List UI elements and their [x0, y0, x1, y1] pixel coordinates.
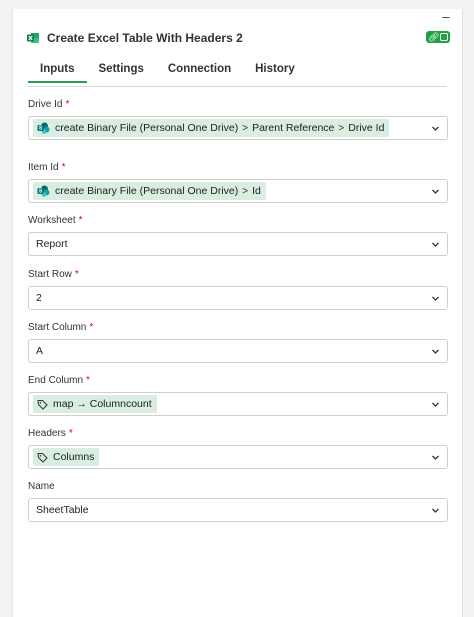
worksheet-select[interactable]: Report	[28, 232, 448, 256]
end-column-label: End Column *	[28, 375, 90, 386]
step-config-panel: – Create Excel Table With Headers 2 🔗︎ I…	[12, 9, 463, 617]
tab-connection[interactable]: Connection	[168, 59, 231, 82]
field-item-id: Item Id * S create Binary File (Personal …	[28, 162, 448, 210]
worksheet-value: Report	[36, 238, 68, 250]
tab-settings[interactable]: Settings	[99, 59, 144, 82]
headers-label: Headers *	[28, 428, 73, 439]
name-label: Name	[28, 481, 55, 492]
start-row-value: 2	[36, 292, 42, 304]
headers-chip[interactable]: Columns	[33, 448, 100, 466]
enable-toggle[interactable]: 🔗︎	[426, 31, 450, 43]
field-drive-id: Drive Id * S create Binary File (Personal…	[28, 99, 448, 147]
drive-id-select[interactable]: S create Binary File (Personal One Drive…	[28, 116, 448, 140]
page-title: Create Excel Table With Headers 2	[47, 31, 243, 45]
drive-id-label: Drive Id *	[28, 99, 70, 110]
worksheet-label: Worksheet *	[28, 215, 83, 226]
start-row-label: Start Row *	[28, 269, 79, 280]
chevron-down-icon[interactable]	[431, 240, 440, 249]
field-start-row: Start Row * 2	[28, 269, 448, 317]
chevron-down-icon[interactable]	[431, 347, 440, 356]
toggle-knob	[440, 33, 448, 41]
excel-icon	[27, 33, 39, 43]
end-column-select[interactable]: map → Columncount	[28, 392, 448, 416]
end-column-chip[interactable]: map → Columncount	[33, 395, 157, 413]
headers-select[interactable]: Columns	[28, 445, 448, 469]
tag-icon	[37, 452, 48, 463]
field-end-column: End Column * map → Columncount	[28, 375, 448, 423]
chevron-down-icon[interactable]	[431, 453, 440, 462]
field-name: Name SheetTable	[28, 481, 448, 529]
link-icon: 🔗︎	[428, 31, 440, 42]
minimize-button[interactable]: –	[440, 9, 452, 23]
item-id-select[interactable]: S create Binary File (Personal One Drive…	[28, 179, 448, 203]
start-column-value: A	[36, 345, 44, 357]
start-row-select[interactable]: 2	[28, 286, 448, 310]
tag-icon	[37, 399, 48, 410]
chevron-down-icon[interactable]	[431, 506, 440, 515]
field-start-column: Start Column * A	[28, 322, 448, 370]
chevron-down-icon[interactable]	[431, 400, 440, 409]
item-id-chip[interactable]: S create Binary File (Personal One Drive…	[33, 182, 266, 200]
tab-bar: Inputs Settings Connection History	[28, 59, 447, 87]
name-value: SheetTable	[36, 504, 89, 516]
name-select[interactable]: SheetTable	[28, 498, 448, 522]
sharepoint-icon: S	[37, 185, 50, 197]
chevron-down-icon[interactable]	[431, 294, 440, 303]
item-id-label: Item Id *	[28, 162, 66, 173]
start-column-label: Start Column *	[28, 322, 94, 333]
field-headers: Headers * Columns	[28, 428, 448, 476]
chevron-down-icon[interactable]	[431, 187, 440, 196]
panel-header: Create Excel Table With Headers 2 🔗︎	[27, 29, 450, 47]
sharepoint-icon: S	[37, 122, 50, 134]
field-worksheet: Worksheet * Report	[28, 215, 448, 263]
tab-history[interactable]: History	[255, 59, 295, 82]
tab-inputs[interactable]: Inputs	[28, 59, 87, 83]
chevron-down-icon[interactable]	[431, 124, 440, 133]
drive-id-chip[interactable]: S create Binary File (Personal One Drive…	[33, 119, 390, 137]
start-column-select[interactable]: A	[28, 339, 448, 363]
